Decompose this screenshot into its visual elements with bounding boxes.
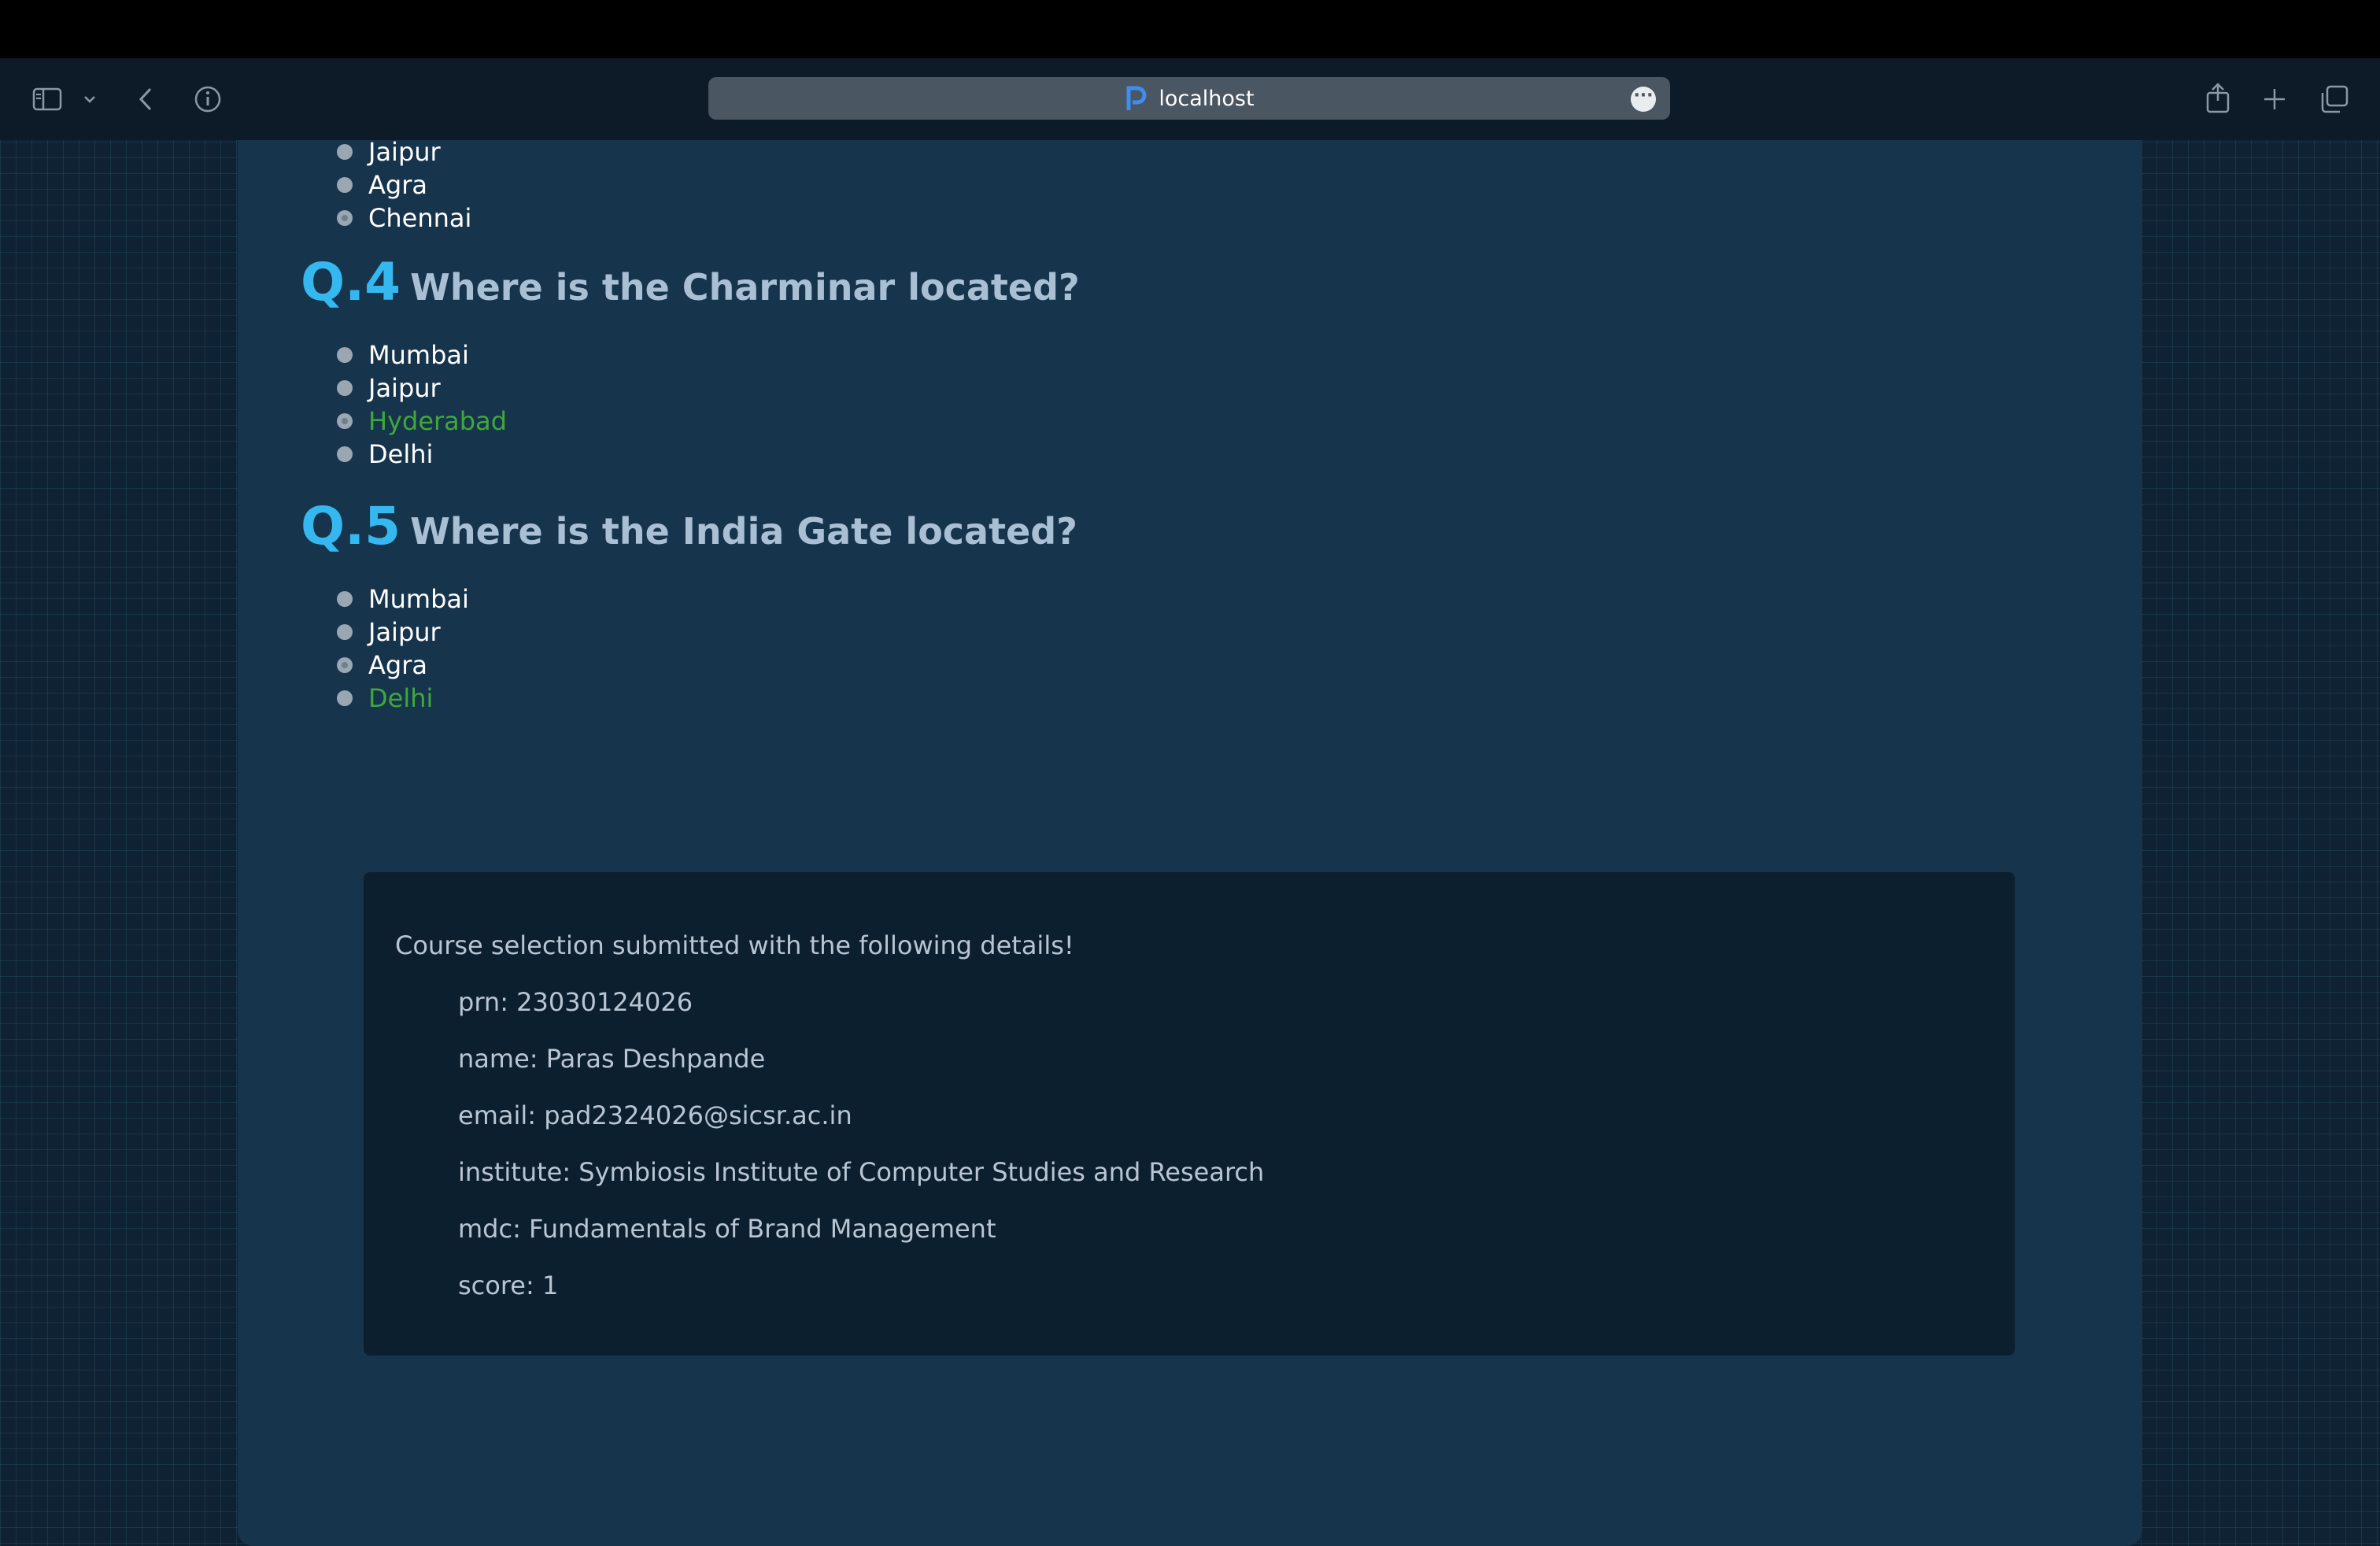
submission-result-card: Course selection submitted with the foll… [364, 872, 2015, 1356]
browser-toolbar: localhost ··· [0, 58, 2380, 140]
option-jaipur[interactable]: Jaipur [335, 372, 507, 405]
option-jaipur[interactable]: Jaipur [335, 616, 469, 649]
sidebar-toggle-icon[interactable] [30, 82, 65, 117]
result-heading: Course selection submitted with the foll… [395, 930, 1074, 960]
result-score: score: 1 [458, 1270, 559, 1300]
system-top-bar [0, 0, 2380, 58]
tab-overview-icon[interactable] [2317, 82, 2352, 117]
radio-icon[interactable] [337, 177, 353, 193]
info-icon[interactable] [192, 83, 224, 115]
question-5-heading: Q.5 Where is the India Gate located? [301, 496, 1077, 557]
url-text: localhost [1159, 86, 1255, 111]
question-number: Q.5 [301, 496, 401, 557]
quiz-panel: Jaipur Agra Chennai Q.4 Where is the Cha… [238, 137, 2142, 1546]
question-text: Where is the India Gate located? [410, 510, 1077, 553]
question-text: Where is the Charminar located? [410, 266, 1080, 309]
option-agra[interactable]: Agra [335, 168, 471, 202]
address-bar[interactable]: localhost ··· [708, 77, 1670, 120]
option-mumbai[interactable]: Mumbai [335, 338, 507, 372]
result-name: name: Paras Deshpande [458, 1044, 766, 1074]
radio-icon[interactable] [337, 657, 353, 673]
radio-icon[interactable] [337, 144, 353, 160]
option-agra[interactable]: Agra [335, 649, 469, 682]
option-chennai[interactable]: Chennai [335, 202, 471, 235]
question-5-options: Mumbai Jaipur Agra Delhi [335, 583, 469, 715]
option-delhi-correct[interactable]: Delhi [335, 682, 469, 715]
radio-icon[interactable] [337, 347, 353, 363]
option-jaipur[interactable]: Jaipur [335, 135, 471, 168]
result-institute: institute: Symbiosis Institute of Comput… [458, 1157, 1265, 1187]
radio-icon[interactable] [337, 690, 353, 706]
radio-icon[interactable] [337, 413, 353, 429]
radio-icon[interactable] [337, 210, 353, 226]
share-icon[interactable] [2202, 80, 2234, 115]
question-4-options: Mumbai Jaipur Hyderabad Delhi [335, 338, 507, 471]
more-options-icon[interactable]: ··· [1631, 87, 1656, 112]
new-tab-icon[interactable] [2259, 83, 2290, 115]
result-prn: prn: 23030124026 [458, 987, 693, 1017]
partial-question-options: Jaipur Agra Chennai [335, 135, 471, 235]
radio-icon[interactable] [337, 624, 353, 640]
option-hyderabad-correct[interactable]: Hyderabad [335, 405, 507, 438]
result-email: email: pad2324026@sicsr.ac.in [458, 1100, 852, 1130]
question-4-heading: Q.4 Where is the Charminar located? [301, 252, 1080, 313]
option-delhi[interactable]: Delhi [335, 438, 507, 471]
radio-icon[interactable] [337, 446, 353, 462]
result-mdc: mdc: Fundamentals of Brand Management [458, 1214, 996, 1244]
question-number: Q.4 [301, 252, 401, 313]
site-logo-icon [1126, 86, 1147, 110]
radio-icon[interactable] [337, 591, 353, 607]
radio-icon[interactable] [337, 380, 353, 396]
back-icon[interactable] [134, 83, 157, 115]
chevron-down-icon[interactable] [80, 90, 99, 109]
option-mumbai[interactable]: Mumbai [335, 583, 469, 616]
